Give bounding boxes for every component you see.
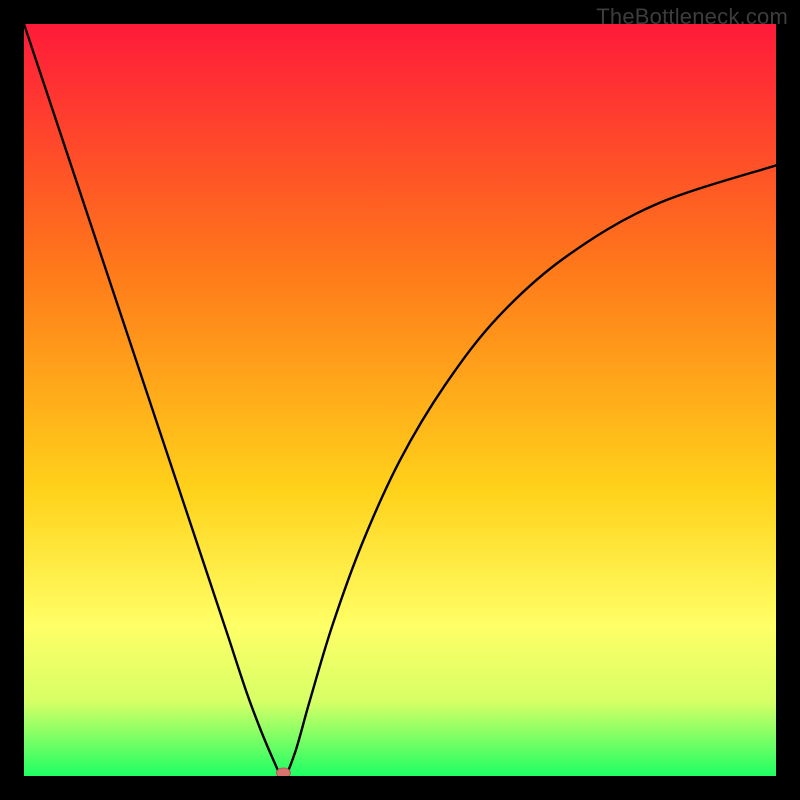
gradient-background [24, 24, 776, 776]
chart-frame: { "watermark": "TheBottleneck.com", "col… [0, 0, 800, 800]
min-marker [276, 768, 290, 776]
bottleneck-chart [24, 24, 776, 776]
